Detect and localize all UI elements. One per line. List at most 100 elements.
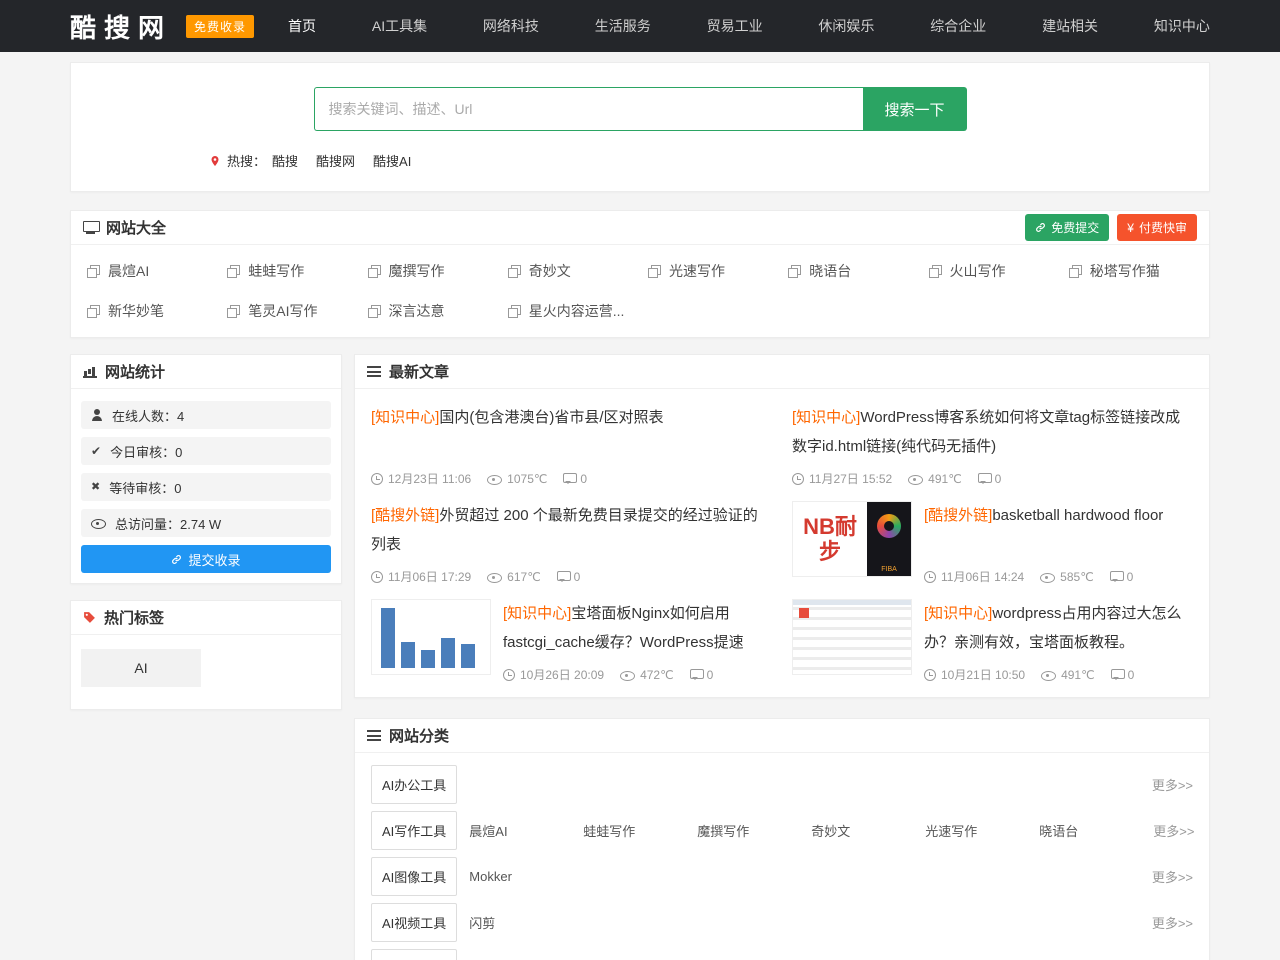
more-link[interactable]: 更多>>: [1152, 913, 1193, 932]
category-label-button[interactable]: AI音频工具: [371, 949, 457, 960]
site-logo[interactable]: 酷搜网: [70, 8, 172, 45]
free-submit-button[interactable]: 免费提交: [1025, 214, 1109, 241]
site-link[interactable]: 魔撰写作: [360, 251, 500, 291]
article-title-link[interactable]: [知识中心]WordPress博客系统如何将文章tag标签链接改成数字id.ht…: [792, 403, 1193, 461]
window-icon: [929, 265, 942, 278]
window-icon: [227, 265, 240, 278]
more-link[interactable]: 更多>>: [1153, 821, 1194, 840]
site-link[interactable]: 笔灵AI写作: [219, 291, 359, 331]
latest-articles-panel: 最新文章 [知识中心]国内(包含港澳台)省市县/区对照表 12月23日 11:0…: [354, 354, 1210, 698]
articles-panel-title: 最新文章: [389, 361, 449, 382]
stat-total-visits: 总访问量：2.74 W: [81, 509, 331, 537]
site-link[interactable]: 晓语台: [780, 251, 920, 291]
nav-item-enterprise[interactable]: 综合企业: [930, 16, 986, 36]
article-item: [知识中心]国内(包含港澳台)省市县/区对照表 12月23日 11:06 107…: [371, 403, 772, 487]
article-thumbnail[interactable]: NB耐步 FIBA: [792, 501, 912, 577]
category-site-link[interactable]: 蛙蛙写作: [583, 821, 697, 840]
more-link[interactable]: 更多>>: [1152, 867, 1193, 886]
article-meta: 11月27日 15:52 491℃ 0: [792, 470, 1193, 487]
tag-item[interactable]: AI: [81, 649, 201, 687]
site-link[interactable]: 深言达意: [360, 291, 500, 331]
category-site-link[interactable]: 奇妙文: [811, 821, 925, 840]
thumbnail-brand-text: NB耐步: [793, 502, 867, 576]
article-title-link[interactable]: [酷搜外链]basketball hardwood floor: [924, 501, 1193, 530]
search-input[interactable]: [314, 87, 863, 131]
window-icon: [227, 305, 240, 318]
article-meta: 10月26日 20:09 472℃ 0: [503, 666, 772, 683]
category-site-link[interactable]: 晨煊AI: [469, 821, 583, 840]
article-category: [酷搜外链]: [924, 507, 992, 524]
category-label-button[interactable]: AI视频工具: [371, 903, 457, 942]
nav-menu: 首页 AI工具集 网络科技 生活服务 贸易工业 休闲娱乐 综合企业 建站相关 知…: [288, 16, 1210, 36]
nav-item-ai-tools[interactable]: AI工具集: [372, 16, 427, 36]
sidebar: 网站统计 在线人数：4 ✔ 今日审核：0 ✖ 等待审核：0: [70, 354, 342, 710]
article-title-link[interactable]: [知识中心]宝塔面板Nginx如何启用fastcgi_cache缓存？WordP…: [503, 599, 772, 657]
window-icon: [368, 305, 381, 318]
category-row: AI音频工具 音虫官网 更多>>: [371, 945, 1193, 960]
article-title-link[interactable]: [知识中心]国内(包含港澳台)省市县/区对照表: [371, 403, 772, 432]
site-link[interactable]: 蛙蛙写作: [219, 251, 359, 291]
category-label-button[interactable]: AI办公工具: [371, 765, 457, 804]
article-category: [知识中心]: [371, 409, 439, 426]
more-link[interactable]: 更多>>: [1152, 775, 1193, 794]
site-link[interactable]: 新华妙笔: [79, 291, 219, 331]
submit-site-button[interactable]: 提交收录: [81, 545, 331, 573]
hot-search-link[interactable]: 酷搜AI: [373, 151, 411, 170]
stat-online-users: 在线人数：4: [81, 401, 331, 429]
category-row: AI写作工具 晨煊AI 蛙蛙写作 魔撰写作 奇妙文 光速写作 晓语台 更多>>: [371, 807, 1193, 853]
article-title-link[interactable]: [酷搜外链]外贸超过 200 个最新免费目录提交的经过验证的列表: [371, 501, 772, 559]
category-label-button[interactable]: AI图像工具: [371, 857, 457, 896]
nav-item-trade-industry[interactable]: 贸易工业: [707, 16, 763, 36]
window-icon: [368, 265, 381, 278]
nav-item-site-building[interactable]: 建站相关: [1042, 16, 1098, 36]
nav-item-knowledge[interactable]: 知识中心: [1154, 16, 1210, 36]
site-link[interactable]: 奇妙文: [500, 251, 640, 291]
clock-icon: [371, 473, 383, 485]
clock-icon: [792, 473, 804, 485]
category-site-link[interactable]: 光速写作: [925, 821, 1039, 840]
site-link[interactable]: 秘塔写作猫: [1061, 251, 1201, 291]
nav-item-network-tech[interactable]: 网络科技: [483, 16, 539, 36]
ring-graphic: [877, 514, 901, 538]
category-site-link[interactable]: 晓语台: [1039, 821, 1153, 840]
stats-panel-header: 网站统计: [71, 355, 341, 389]
article-title-link[interactable]: [知识中心]wordpress占用内容过大怎么办？亲测有效，宝塔面板教程。: [924, 599, 1193, 657]
site-link[interactable]: 晨煊AI: [79, 251, 219, 291]
category-label-button[interactable]: AI写作工具: [371, 811, 457, 850]
comment-icon: [1111, 669, 1123, 680]
category-row: AI图像工具 Mokker 更多>>: [371, 853, 1193, 899]
hot-tags-panel: 热门标签 AI: [70, 600, 342, 710]
paid-review-button[interactable]: 付费快审: [1117, 214, 1197, 241]
stat-pending-review: ✖ 等待审核：0: [81, 473, 331, 501]
nav-item-home[interactable]: 首页: [288, 16, 316, 36]
hot-search-link[interactable]: 酷搜网: [316, 151, 355, 170]
search-button[interactable]: 搜索一下: [863, 87, 967, 131]
eye-icon: [487, 473, 502, 485]
nav-item-leisure[interactable]: 休闲娱乐: [818, 16, 874, 36]
clock-icon: [371, 571, 383, 583]
eye-icon: [908, 473, 923, 485]
article-category: [知识中心]: [924, 605, 992, 622]
articles-panel-header: 最新文章: [355, 355, 1209, 389]
category-site-link[interactable]: 魔撰写作: [697, 821, 811, 840]
site-links-grid: 晨煊AI 蛙蛙写作 魔撰写作 奇妙文 光速写作 晓语台 火山写作 秘塔写作猫 新…: [71, 245, 1209, 337]
category-site-link[interactable]: Mokker: [469, 869, 583, 884]
categories-panel-header: 网站分类: [355, 719, 1209, 753]
window-icon: [788, 265, 801, 278]
free-inclusion-badge[interactable]: 免费收录: [186, 15, 254, 38]
window-icon: [508, 305, 521, 318]
comment-icon: [563, 473, 575, 484]
site-link[interactable]: 光速写作: [640, 251, 780, 291]
article-thumbnail[interactable]: [792, 599, 912, 675]
hot-search-link[interactable]: 酷搜: [272, 151, 298, 170]
article-thumbnail[interactable]: [371, 599, 491, 675]
site-link[interactable]: 火山写作: [921, 251, 1061, 291]
window-icon: [1069, 265, 1082, 278]
article-title-text: 国内(包含港澳台)省市县/区对照表: [439, 409, 663, 426]
comment-icon: [557, 571, 569, 582]
category-site-link[interactable]: 闪剪: [469, 913, 583, 932]
article-item: [知识中心]wordpress占用内容过大怎么办？亲测有效，宝塔面板教程。 10…: [792, 599, 1193, 683]
article-category: [知识中心]: [503, 605, 571, 622]
nav-item-life-services[interactable]: 生活服务: [595, 16, 651, 36]
site-link[interactable]: 星火内容运营...: [500, 291, 640, 331]
